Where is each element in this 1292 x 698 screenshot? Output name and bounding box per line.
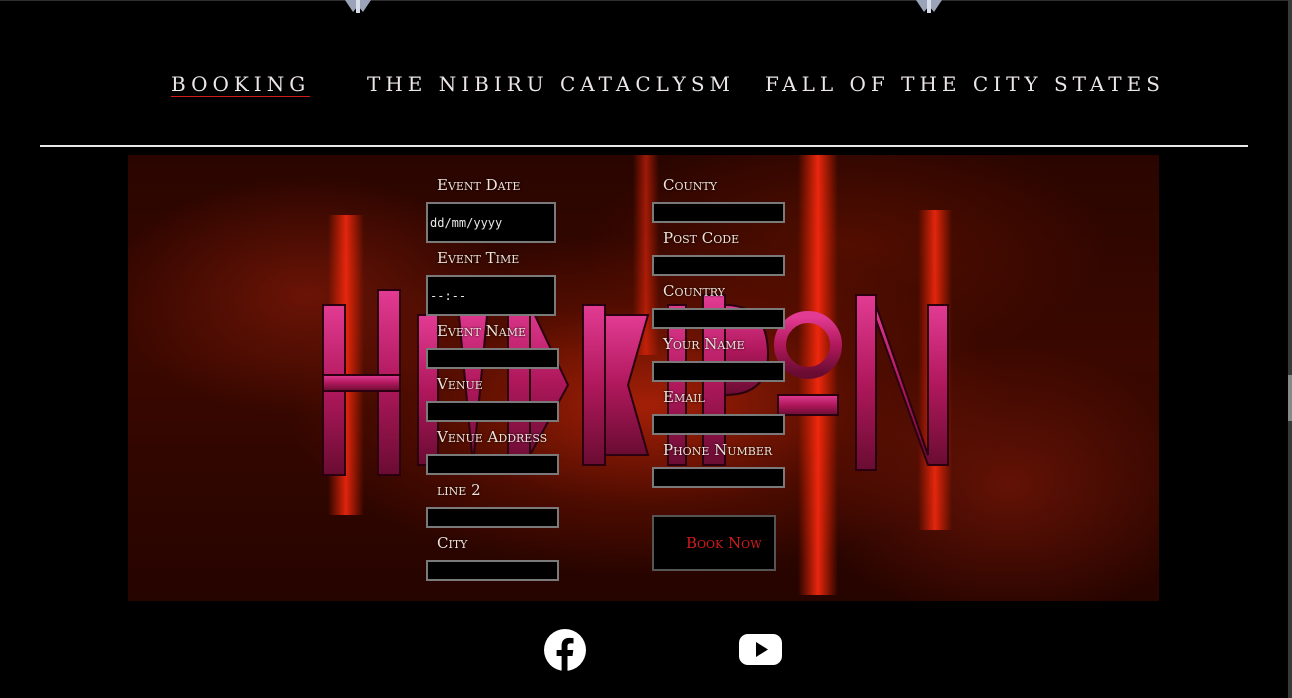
ornament-icon xyxy=(345,0,371,13)
post-code-input[interactable] xyxy=(652,255,785,276)
band-logo-icon xyxy=(322,155,952,595)
line-2-input[interactable] xyxy=(426,507,559,528)
main-nav: BOOKING THE NIBIRU CATACLYSM FALL OF THE… xyxy=(0,72,1292,102)
email-input[interactable] xyxy=(652,414,785,435)
country-input[interactable] xyxy=(652,308,785,329)
phone-number-label: Phone Number xyxy=(663,441,773,459)
venue-label: Venue xyxy=(437,375,483,393)
event-date-input[interactable] xyxy=(426,202,556,243)
venue-input[interactable] xyxy=(426,401,559,422)
post-code-label: Post Code xyxy=(663,229,740,247)
nav-item-booking[interactable]: BOOKING xyxy=(171,72,311,97)
page: BOOKING THE NIBIRU CATACLYSM FALL OF THE… xyxy=(0,0,1292,698)
ornament-icon xyxy=(916,0,942,13)
youtube-icon[interactable] xyxy=(738,628,782,672)
event-time-input[interactable] xyxy=(426,275,556,316)
header-divider xyxy=(40,145,1248,147)
country-label: Country xyxy=(663,282,725,300)
nav-item-nibiru-cataclysm[interactable]: THE NIBIRU CATACLYSM xyxy=(367,72,735,96)
event-name-input[interactable] xyxy=(426,348,559,369)
your-name-input[interactable] xyxy=(652,361,785,382)
city-label: City xyxy=(437,534,468,552)
event-time-label: Event Time xyxy=(437,249,520,267)
line-2-label: line 2 xyxy=(437,481,481,499)
county-input[interactable] xyxy=(652,202,785,223)
email-label: Email xyxy=(663,388,705,406)
window-top-border xyxy=(0,0,1292,1)
venue-address-label: Venue Address xyxy=(437,428,548,446)
event-name-label: Event Name xyxy=(437,322,527,340)
city-input[interactable] xyxy=(426,560,559,581)
book-now-button[interactable]: Book Now xyxy=(652,515,776,571)
scrollbar-track[interactable] xyxy=(1288,0,1292,698)
your-name-label: Your Name xyxy=(663,335,745,353)
facebook-icon[interactable] xyxy=(543,628,587,672)
event-date-label: Event Date xyxy=(437,176,521,194)
county-label: County xyxy=(663,176,717,194)
venue-address-input[interactable] xyxy=(426,454,559,475)
scrollbar-thumb[interactable] xyxy=(1288,375,1292,421)
nav-item-fall-of-the-city-states[interactable]: FALL OF THE CITY STATES xyxy=(765,72,1165,96)
phone-number-input[interactable] xyxy=(652,467,785,488)
booking-banner xyxy=(128,155,1159,601)
